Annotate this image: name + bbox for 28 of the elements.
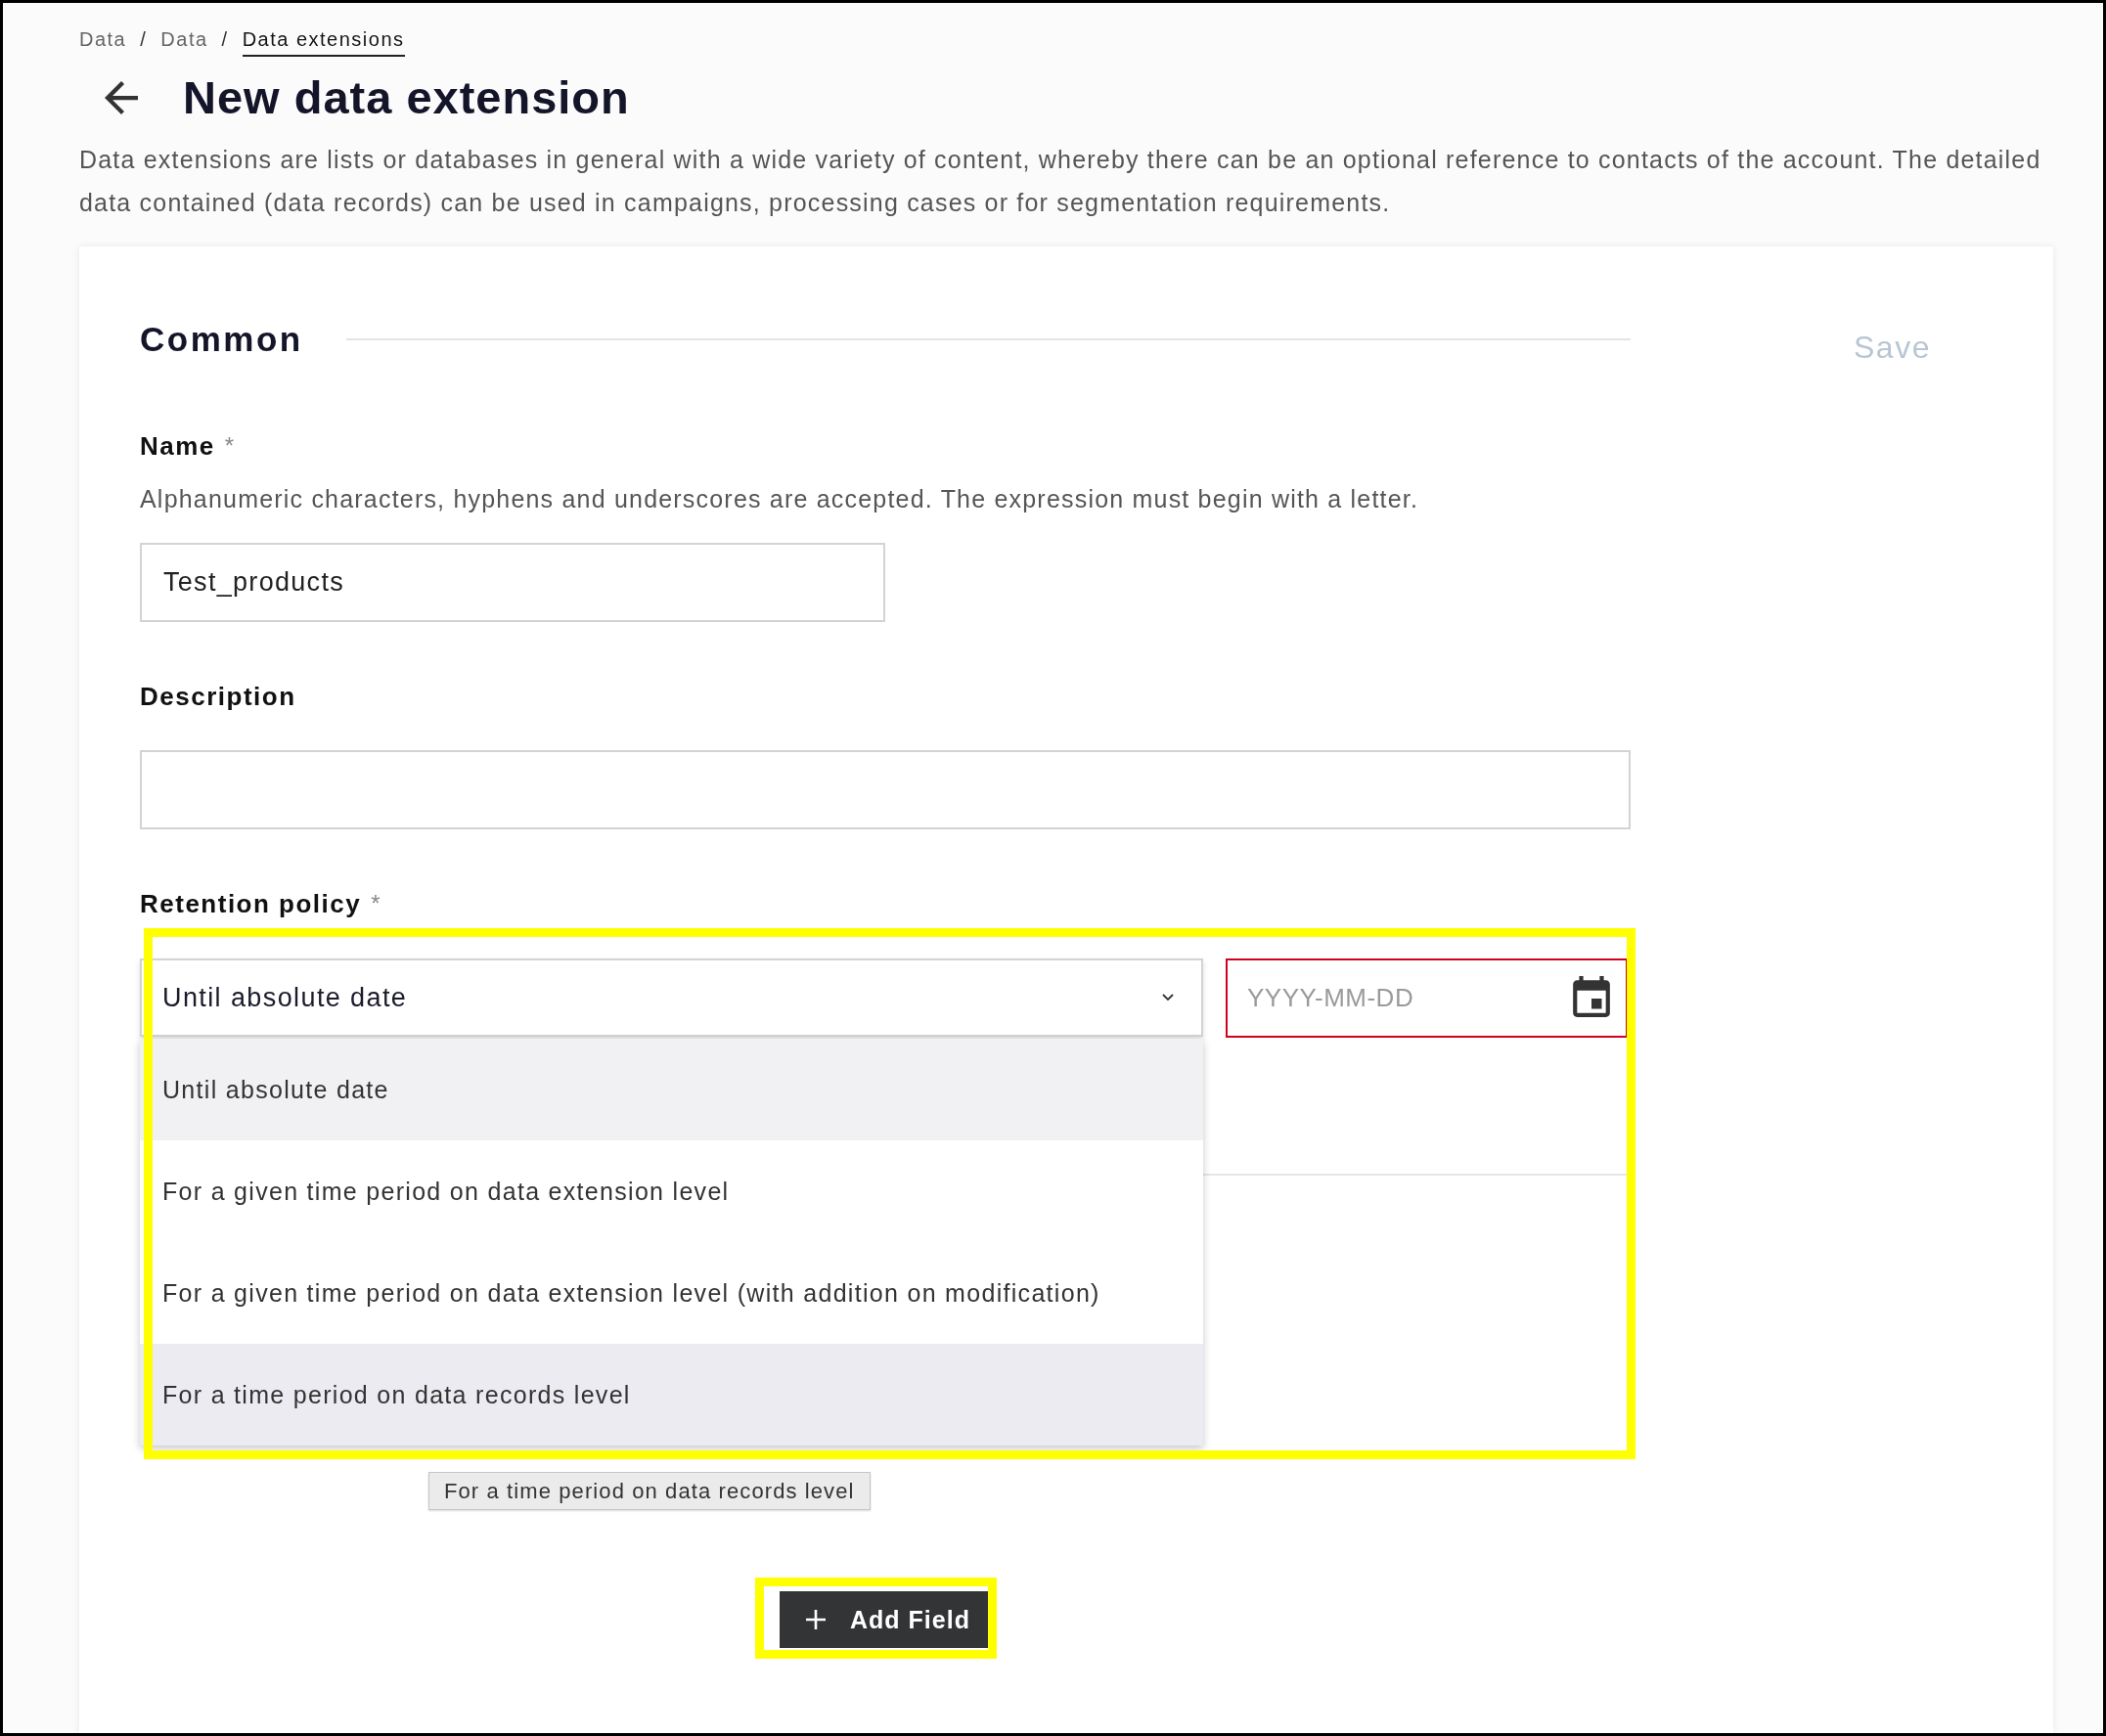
required-mark: *: [371, 889, 381, 918]
dropdown-option[interactable]: Until absolute date: [140, 1039, 1203, 1140]
dropdown-option[interactable]: For a time period on data records level: [140, 1344, 1203, 1446]
chevron-down-icon: [1162, 994, 1174, 1002]
dropdown-option[interactable]: For a given time period on data extension level: [140, 1140, 1203, 1242]
page-title: New data extension: [183, 70, 630, 125]
add-field-button[interactable]: Add Field: [780, 1591, 991, 1648]
dropdown-option[interactable]: For a given time period on data extension level (with addition on modification): [140, 1242, 1203, 1344]
back-arrow-icon[interactable]: [105, 81, 138, 114]
section-title: Common: [140, 319, 303, 360]
field-label: Name: [140, 430, 215, 463]
required-mark: *: [224, 431, 235, 461]
field-label: Retention policy: [140, 888, 362, 920]
breadcrumb-link[interactable]: Data: [160, 27, 208, 57]
breadcrumb-separator: /: [221, 27, 229, 51]
breadcrumb-separator: /: [140, 27, 148, 51]
field-label: Description: [140, 681, 296, 713]
select-field[interactable]: Until absolute date: [140, 958, 1203, 1037]
date-field[interactable]: YYYY-MM-DD: [1226, 958, 1628, 1038]
page-description: Data extensions are lists or databases in general with a wide variety of content, whereby there can be an optional reference to contacts of the account. The detailed data contained (data records) can be used in campaigns, processing cases or for segmentation requirements.: [79, 145, 2042, 218]
field-hint: Alphanumeric characters, hyphens and underscores are accepted. The expression must begin with a letter.: [140, 484, 1419, 514]
tooltip: For a time period on data records level: [428, 1472, 871, 1510]
breadcrumb-link[interactable]: Data: [79, 27, 127, 57]
text-field[interactable]: Test_products: [140, 543, 885, 622]
text-area-field[interactable]: [140, 750, 1631, 829]
breadcrumb-link[interactable]: Data extensions: [242, 27, 405, 57]
plus-icon: [805, 1609, 828, 1630]
calendar-icon[interactable]: [1573, 976, 1610, 1019]
